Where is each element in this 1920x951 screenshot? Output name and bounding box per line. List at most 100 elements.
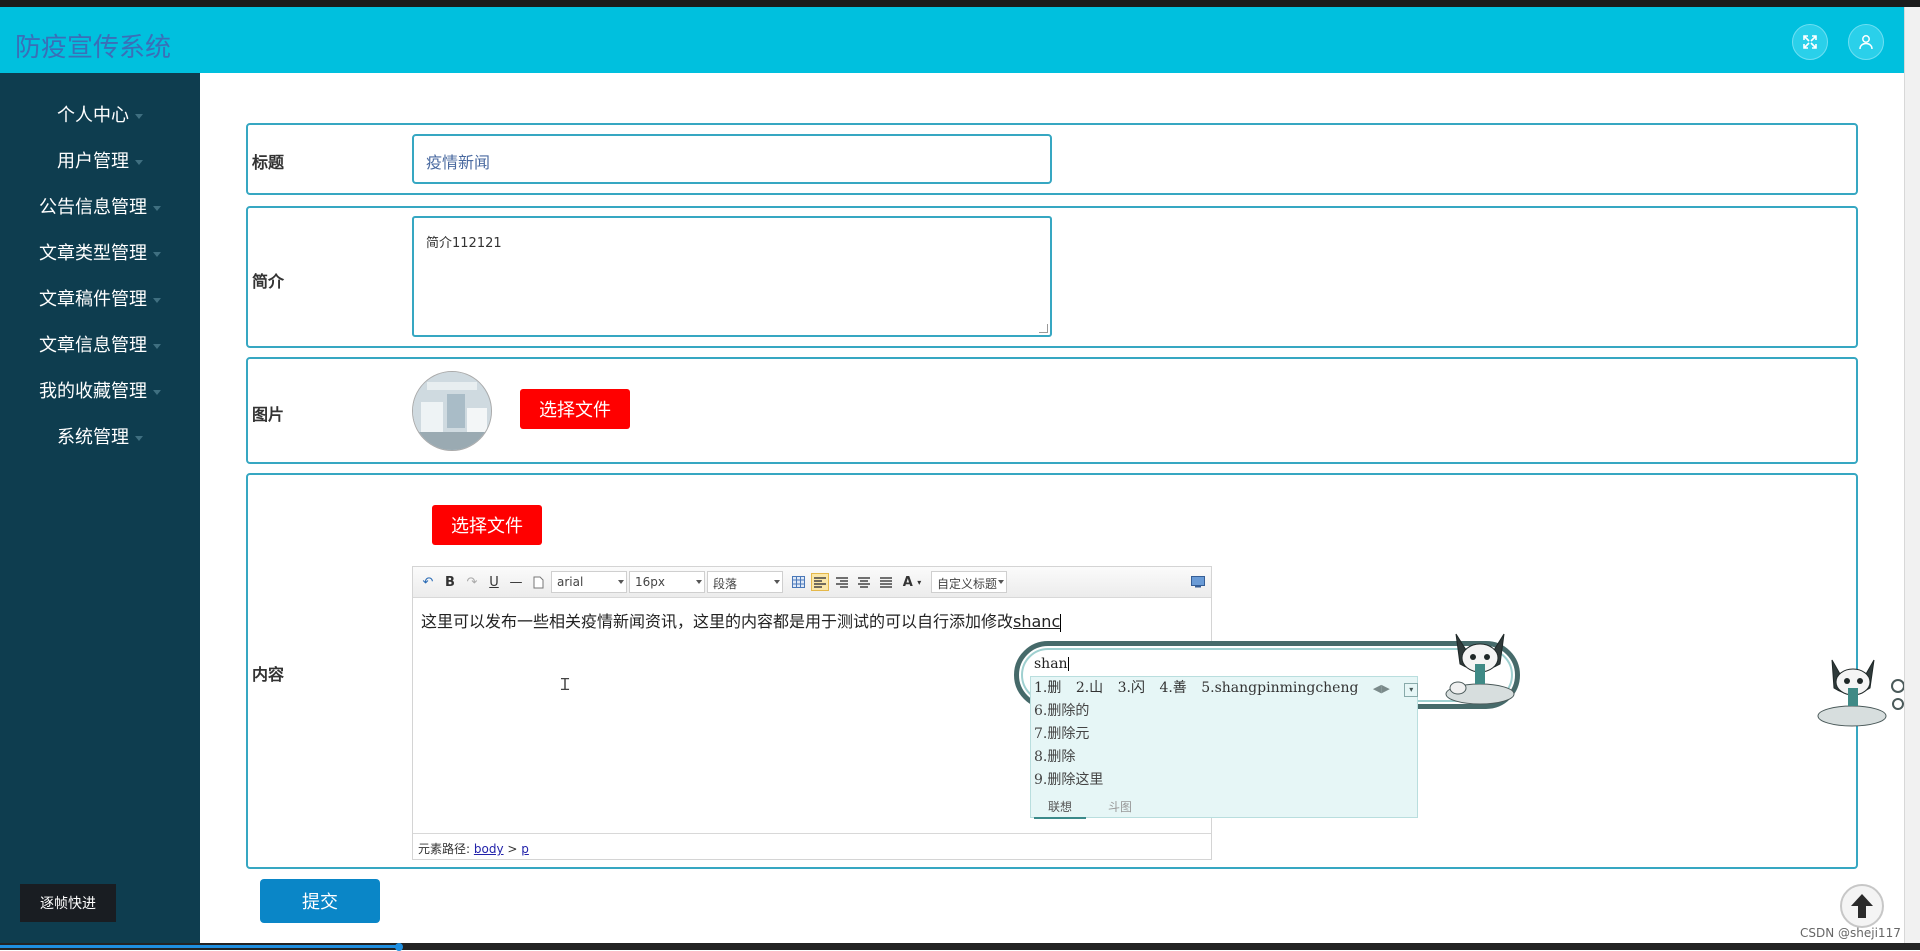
sidebar-item-article-type-management[interactable]: 文章类型管理 [0,239,200,269]
editor-element-path: 元素路径: body > p [413,833,1211,859]
ime-candidate-row: 1.删 2.山 3.闪 4.善 5.shangpinmingcheng ◀▶ ▾ [1034,677,1428,697]
custom-title-select[interactable]: 自定义标题 [931,571,1007,593]
sidebar-item-label: 系统管理 [57,427,129,448]
caret-down-icon [153,343,161,349]
ime-candidate[interactable]: 6.删除的 [1034,700,1089,720]
sidebar-item-favorites-management[interactable]: 我的收藏管理 [0,377,200,407]
ime-candidate[interactable]: 2.山 [1076,680,1103,696]
summary-textarea[interactable]: 简介112121 [412,216,1052,337]
caret-down-icon [135,159,143,165]
sidebar: 个人中心 用户管理 公告信息管理 文章类型管理 文章稿件管理 文章信息管理 我的… [0,73,200,943]
window-top-edge [0,0,1920,7]
ime-expand-icon[interactable]: ▾ [1404,683,1419,697]
watermark-text: CSDN @sheji117 [1800,926,1901,940]
caret-down-icon [153,297,161,303]
ime-candidate[interactable]: 5.shangpinmingcheng [1201,680,1358,696]
user-icon [1859,35,1873,50]
sidebar-item-personal-center[interactable]: 个人中心 [0,101,200,131]
preview-icon[interactable] [1189,573,1207,591]
font-size-select[interactable]: 16px [629,571,705,593]
sidebar-item-label: 文章信息管理 [39,335,147,356]
choose-content-file-button[interactable]: 选择文件 [432,505,542,545]
image-preview [412,371,492,451]
table-icon[interactable] [789,573,807,591]
title-label: 标题 [252,153,285,172]
align-center-icon[interactable] [855,573,873,591]
back-to-top-button[interactable] [1840,884,1884,928]
text-caret [1060,613,1062,632]
paragraph-select[interactable]: 段落 [707,571,783,593]
caret-down-icon [153,251,161,257]
preview-photo-icon [413,372,491,450]
dropdown-arrow-icon [696,580,702,584]
ime-candidate[interactable]: 7.删除元 [1034,723,1089,743]
choose-image-file-button[interactable]: 选择文件 [520,389,630,429]
caret-down-icon [135,113,143,119]
ime-mascot-icon [1817,659,1904,727]
summary-text: 简介112121 [426,236,502,251]
editor-composing-text: shanc [1013,612,1061,631]
sidebar-item-system-management[interactable]: 系统管理 [0,423,200,453]
ime-candidate[interactable]: 9.删除这里 [1034,769,1103,789]
caret-down-icon [153,205,161,211]
sidebar-item-label: 公告信息管理 [39,197,147,218]
summary-label: 简介 [252,272,285,291]
align-right-icon[interactable] [833,573,851,591]
title-input[interactable]: 疫情新闻 [412,134,1052,184]
ime-candidate[interactable]: 3.闪 [1118,680,1145,696]
ibeam-cursor-icon: Ｉ [557,675,574,694]
page-icon[interactable] [529,573,547,591]
editor-text: 这里可以发布一些相关疫情新闻资讯，这里的内容都是用于测试的可以自行添加修改 [421,612,1014,631]
page-scrollbar[interactable] [1904,7,1920,943]
content-label: 内容 [252,665,285,684]
frame-forward-button[interactable]: 逐帧快进 [20,884,116,922]
bottom-progress-bar[interactable] [0,943,1920,951]
resize-grip-icon[interactable] [1039,324,1048,333]
ime-candidate-panel [1030,676,1418,818]
ime-input-text: shan [1034,656,1069,672]
ime-tab-sticker[interactable]: 斗图 [1108,798,1132,815]
title-row: 标题 疫情新闻 [246,123,1858,195]
image-row: 图片 选择文件 [246,357,1858,464]
sidebar-item-manuscript-management[interactable]: 文章稿件管理 [0,285,200,315]
arrow-up-icon [1851,894,1873,918]
sidebar-item-article-info-management[interactable]: 文章信息管理 [0,331,200,361]
progress-fill [0,945,400,948]
sidebar-item-label: 文章类型管理 [39,243,147,264]
path-p-link[interactable]: p [521,842,529,856]
fullscreen-button[interactable] [1792,24,1828,60]
undo-icon[interactable]: ↶ [419,573,437,591]
bold-icon[interactable]: B [441,573,459,591]
caret-down-icon [135,435,143,441]
ime-candidate[interactable]: 4.善 [1159,680,1186,696]
submit-button[interactable]: 提交 [260,879,380,923]
fullscreen-icon [1803,35,1817,49]
dropdown-arrow-icon [618,580,624,584]
sidebar-item-notice-management[interactable]: 公告信息管理 [0,193,200,223]
ime-tab-association[interactable]: 联想 [1034,798,1087,819]
editor-toolbar: ↶ B ↷ U — arial 16px 段落 A ▾ 自定义标题 [413,567,1211,598]
sidebar-item-label: 个人中心 [57,105,129,126]
redo-icon[interactable]: ↷ [463,573,481,591]
path-body-link[interactable]: body [474,842,504,856]
sidebar-item-label: 文章稿件管理 [39,289,147,310]
editor-body[interactable]: 这里可以发布一些相关疫情新闻资讯，这里的内容都是用于测试的可以自行添加修改sha… [421,608,1062,632]
user-button[interactable] [1848,24,1884,60]
dropdown-arrow-icon [998,580,1004,584]
ime-page-arrows-icon[interactable]: ◀▶ [1373,682,1390,695]
horizontal-rule-icon[interactable]: — [507,573,525,591]
dropdown-arrow-icon [774,580,780,584]
caret-down-icon [153,389,161,395]
font-family-select[interactable]: arial [551,571,627,593]
sidebar-item-user-management[interactable]: 用户管理 [0,147,200,177]
align-justify-icon[interactable] [877,573,895,591]
font-color-icon[interactable]: A ▾ [899,573,925,591]
ime-mascot-icon [1445,633,1515,705]
image-label: 图片 [252,405,285,424]
sidebar-item-label: 用户管理 [57,151,129,172]
sidebar-item-label: 我的收藏管理 [39,381,147,402]
ime-candidate[interactable]: 1.删 [1034,680,1061,696]
align-left-icon[interactable] [811,573,829,591]
underline-icon[interactable]: U [485,573,503,591]
ime-candidate[interactable]: 8.删除 [1034,746,1075,766]
